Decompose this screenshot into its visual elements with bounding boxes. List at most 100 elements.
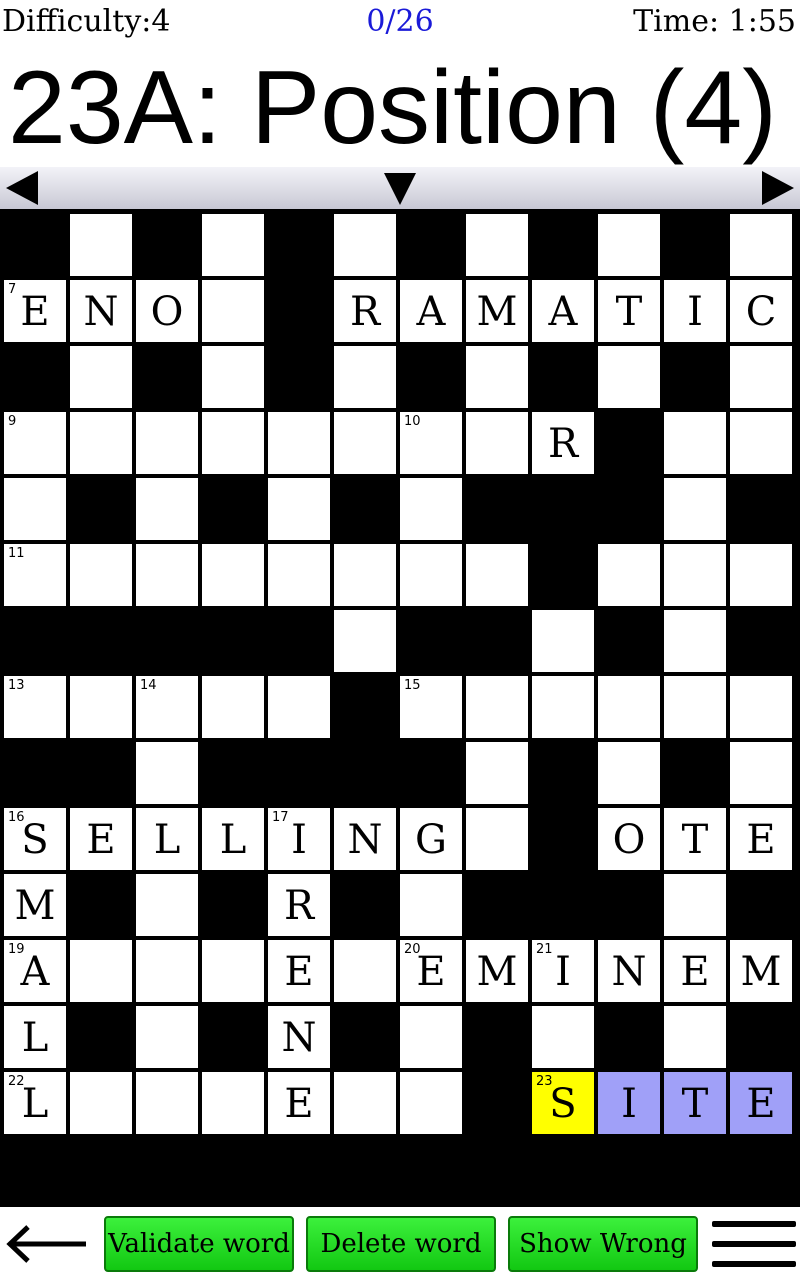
grid-cell[interactable]: E (730, 808, 792, 870)
grid-cell[interactable]: E (730, 1072, 792, 1134)
grid-cell[interactable]: O (598, 808, 660, 870)
grid-cell[interactable] (730, 544, 792, 606)
grid-cell[interactable]: 19 A (4, 940, 66, 1002)
grid-cell[interactable] (598, 544, 660, 606)
grid-cell[interactable] (70, 346, 132, 408)
grid-cell[interactable]: E (268, 1072, 330, 1134)
grid-cell[interactable] (730, 742, 792, 804)
grid-cell[interactable] (70, 412, 132, 474)
grid-cell[interactable]: C (730, 280, 792, 342)
grid-cell[interactable]: 13 (4, 676, 66, 738)
grid-cell[interactable] (466, 346, 528, 408)
grid-cell[interactable] (466, 214, 528, 276)
grid-cell[interactable] (202, 280, 264, 342)
grid-cell[interactable] (400, 478, 462, 540)
grid-cell[interactable] (664, 544, 726, 606)
grid-cell[interactable] (664, 1006, 726, 1068)
hamburger-menu-icon[interactable] (712, 1219, 796, 1269)
grid-cell[interactable] (466, 412, 528, 474)
grid-cell[interactable] (532, 1006, 594, 1068)
grid-cell[interactable] (136, 874, 198, 936)
grid-cell[interactable] (70, 214, 132, 276)
grid-cell[interactable] (334, 214, 396, 276)
grid-cell[interactable]: R (532, 412, 594, 474)
grid-cell[interactable]: E (664, 940, 726, 1002)
show-wrong-button[interactable]: Show Wrong (508, 1216, 698, 1272)
grid-cell[interactable]: 11 (4, 544, 66, 606)
grid-cell[interactable] (664, 874, 726, 936)
grid-cell[interactable] (4, 478, 66, 540)
grid-cell[interactable] (730, 346, 792, 408)
toggle-direction-icon[interactable] (384, 173, 416, 205)
grid-cell[interactable]: T (664, 1072, 726, 1134)
grid-cell[interactable] (664, 676, 726, 738)
grid-cell[interactable] (136, 478, 198, 540)
grid-cell[interactable] (664, 412, 726, 474)
grid-cell[interactable] (202, 412, 264, 474)
grid-cell[interactable]: M (466, 280, 528, 342)
grid-cell[interactable]: M (730, 940, 792, 1002)
grid-cell[interactable]: M (466, 940, 528, 1002)
grid-cell[interactable]: 16 S (4, 808, 66, 870)
grid-cell[interactable] (400, 1006, 462, 1068)
grid-cell[interactable] (334, 610, 396, 672)
grid-cell[interactable]: L (202, 808, 264, 870)
grid-cell[interactable] (202, 940, 264, 1002)
grid-cell[interactable]: L (136, 808, 198, 870)
grid-cell[interactable] (136, 940, 198, 1002)
delete-word-button[interactable]: Delete word (306, 1216, 496, 1272)
grid-cell[interactable]: 7E (4, 280, 66, 342)
grid-cell[interactable] (202, 346, 264, 408)
grid-cell[interactable] (730, 676, 792, 738)
grid-cell[interactable]: 21 I (532, 940, 594, 1002)
grid-cell[interactable]: 17 I (268, 808, 330, 870)
grid-cell[interactable] (136, 1006, 198, 1068)
grid-cell[interactable] (598, 214, 660, 276)
grid-cell[interactable] (598, 346, 660, 408)
previous-clue-icon[interactable] (6, 171, 38, 205)
grid-cell[interactable]: G (400, 808, 462, 870)
grid-cell[interactable]: R (334, 280, 396, 342)
grid-cell[interactable] (598, 742, 660, 804)
grid-cell[interactable] (400, 1072, 462, 1134)
grid-cell[interactable]: I (664, 280, 726, 342)
grid-cell[interactable] (730, 214, 792, 276)
grid-cell[interactable] (334, 412, 396, 474)
grid-cell[interactable]: L (4, 1006, 66, 1068)
grid-cell[interactable] (136, 1072, 198, 1134)
grid-cell[interactable] (70, 676, 132, 738)
grid-cell[interactable] (730, 412, 792, 474)
grid-cell[interactable] (268, 412, 330, 474)
grid-cell[interactable]: N (598, 940, 660, 1002)
grid-cell[interactable]: A (400, 280, 462, 342)
grid-cell[interactable] (400, 874, 462, 936)
grid-cell[interactable] (400, 544, 462, 606)
grid-cell[interactable] (202, 544, 264, 606)
grid-cell[interactable] (466, 808, 528, 870)
grid-cell[interactable]: E (268, 940, 330, 1002)
grid-cell[interactable]: 20 E (400, 940, 462, 1002)
grid-cell[interactable] (136, 544, 198, 606)
grid-cell[interactable]: I (598, 1072, 660, 1134)
grid-cell[interactable]: A (532, 280, 594, 342)
grid-cell[interactable] (136, 742, 198, 804)
grid-cell[interactable] (136, 412, 198, 474)
grid-cell[interactable]: T (598, 280, 660, 342)
grid-cell[interactable] (664, 478, 726, 540)
grid-cell[interactable] (466, 676, 528, 738)
grid-cell[interactable]: O (136, 280, 198, 342)
grid-cell[interactable] (664, 610, 726, 672)
grid-cell[interactable]: T (664, 808, 726, 870)
grid-cell[interactable] (70, 940, 132, 1002)
grid-cell[interactable] (202, 676, 264, 738)
grid-cell[interactable] (532, 676, 594, 738)
grid-cell[interactable] (334, 346, 396, 408)
grid-cell[interactable] (598, 676, 660, 738)
grid-cell[interactable]: N (334, 808, 396, 870)
grid-cell[interactable] (268, 478, 330, 540)
grid-cell[interactable]: 14 (136, 676, 198, 738)
grid-cell[interactable]: N (70, 280, 132, 342)
grid-cell[interactable] (334, 544, 396, 606)
grid-cell[interactable] (202, 1072, 264, 1134)
grid-cell[interactable]: 10 (400, 412, 462, 474)
